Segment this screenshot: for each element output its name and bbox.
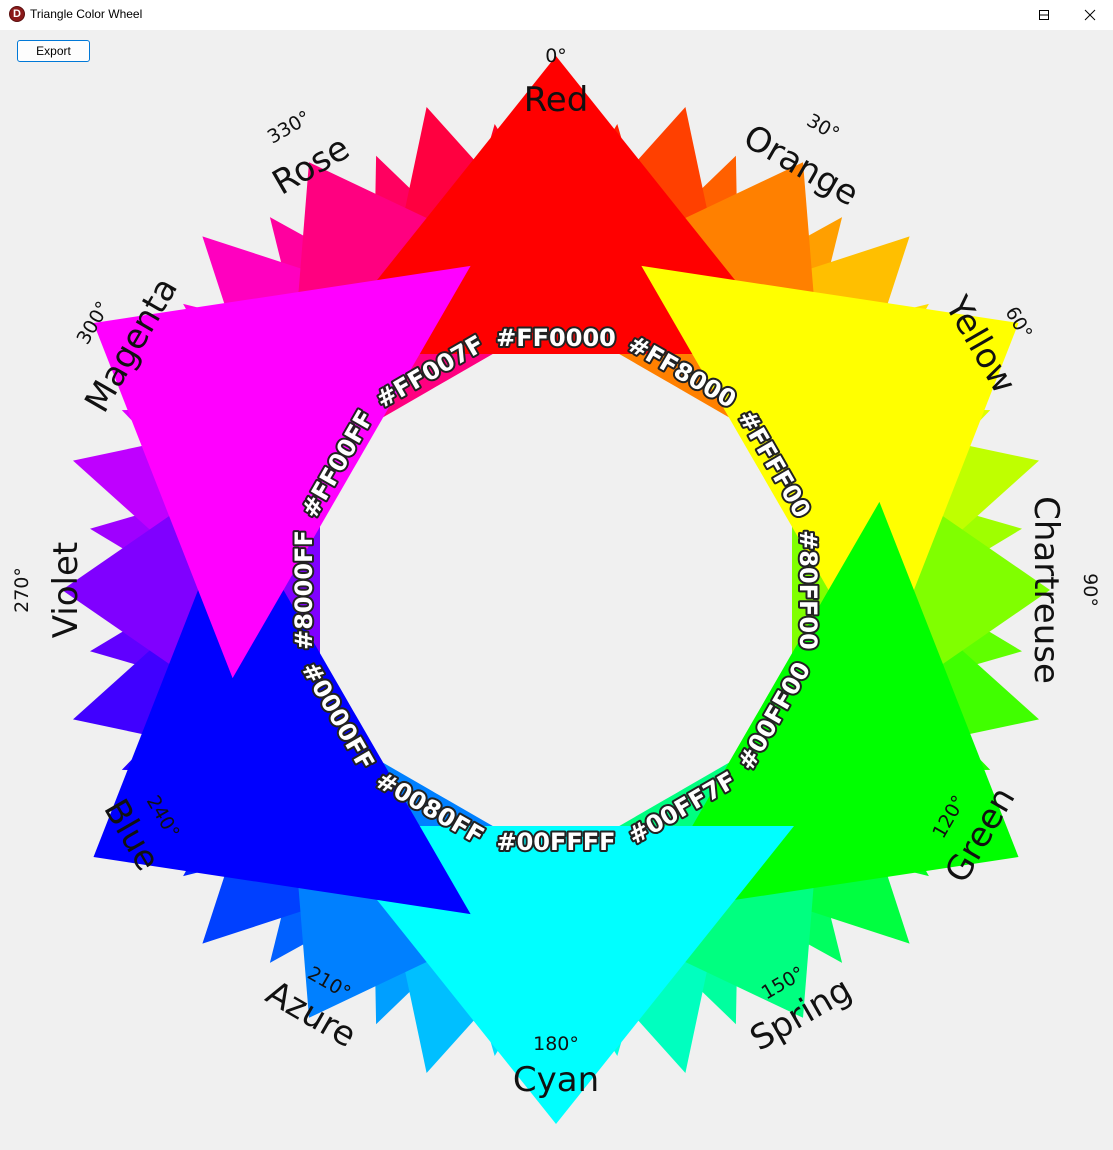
hue-name-label: Violet <box>46 542 86 638</box>
hue-name-label: Red <box>524 80 589 120</box>
maximize-icon <box>1039 10 1049 20</box>
close-button[interactable] <box>1067 0 1113 30</box>
hue-degree-label: 30° <box>803 110 843 146</box>
maximize-button[interactable] <box>975 0 1021 30</box>
app-icon: D <box>9 6 25 22</box>
hue-degree-label: 270° <box>11 567 33 613</box>
hue-degree-label: 0° <box>545 45 567 67</box>
inner-disc <box>320 354 792 826</box>
maximize-button[interactable] <box>1021 0 1067 30</box>
hue-degree-label: 330° <box>264 107 315 149</box>
color-wheel: #FF0000 #FF8000#FFFF00#80FF00#00FF00#00FF… <box>11 45 1101 1124</box>
hex-label: #80FF00 <box>794 530 822 650</box>
hue-name-label: Cyan <box>513 1060 599 1100</box>
title-bar: D Triangle Color Wheel <box>0 0 1113 30</box>
hue-degree-label: 180° <box>533 1033 579 1055</box>
hex-label: #00FFFF <box>496 828 615 856</box>
hue-name-label: Chartreuse <box>1026 496 1066 684</box>
hex-label: #8000FF <box>290 530 318 650</box>
hue-degree-label: 90° <box>1079 573 1101 607</box>
hex-label: #FF0000 <box>496 324 616 352</box>
close-icon <box>1084 9 1096 21</box>
window-title: Triangle Color Wheel <box>30 7 143 21</box>
